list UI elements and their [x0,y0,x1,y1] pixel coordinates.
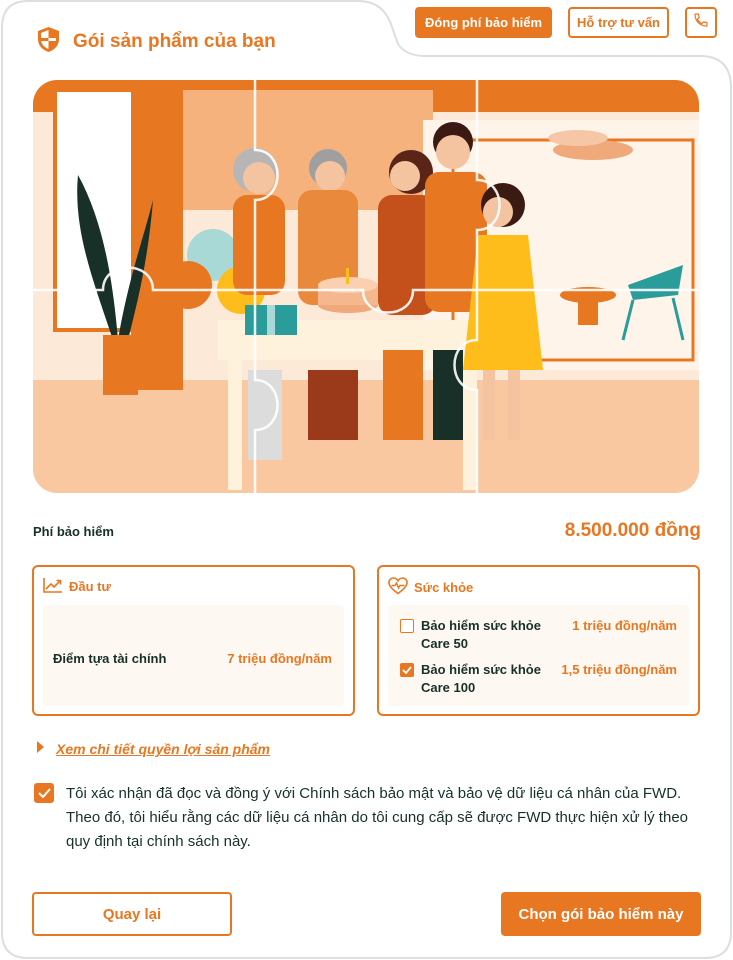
health-item-value: 1,5 triệu đồng/năm [561,662,677,677]
choose-plan-button[interactable]: Chọn gói bảo hiểm này [501,892,701,936]
invest-item-value: 7 triệu đồng/năm [227,651,332,666]
invest-box: Đầu tư Điểm tựa tài chính 7 triệu đồng/n… [32,565,355,716]
care-100-checkbox[interactable] [400,663,414,677]
pay-premium-button[interactable]: Đóng phí bảo hiểm [415,7,553,38]
care-50-checkbox[interactable] [400,619,414,633]
health-item-name: Bảo hiểm sức khỏe Care 50 [421,618,541,651]
invest-item-name: Điểm tựa tài chính [53,651,167,666]
health-panel: Bảo hiểm sức khỏe Care 50 1 triệu đồng/n… [388,605,689,706]
card-header: Gói sản phẩm của bạn [36,26,276,58]
health-box: Sức khỏe Bảo hiểm sức khỏe Care 50 1 tri… [377,565,700,716]
consent-row: Tôi xác nhận đã đọc và đồng ý với Chính … [34,782,704,854]
phone-icon [693,12,709,33]
hero-illustration [33,80,699,493]
consult-button[interactable]: Hỗ trợ tư vấn [568,7,669,38]
details-link[interactable]: Xem chi tiết quyền lợi sản phẩm [56,741,270,757]
invest-panel: Điểm tựa tài chính 7 triệu đồng/năm [43,605,344,706]
health-item-care-100[interactable]: Bảo hiểm sức khỏe Care 100 1,5 triệu đồn… [400,661,677,697]
health-item-name: Bảo hiểm sức khỏe Care 100 [421,662,541,695]
consent-checkbox[interactable] [34,783,54,803]
top-actions: Đóng phí bảo hiểm Hỗ trợ tư vấn [415,7,717,38]
caret-right-icon [36,740,44,758]
health-item-care-50[interactable]: Bảo hiểm sức khỏe Care 50 1 triệu đồng/n… [400,617,677,653]
page-title: Gói sản phẩm của bạn [73,31,276,52]
back-button[interactable]: Quay lại [32,892,232,936]
phone-button[interactable] [685,7,717,38]
invest-item: Điểm tựa tài chính 7 triệu đồng/năm [53,651,332,666]
premium-value: 8.500.000 đồng [564,520,701,541]
check-icon [402,666,412,674]
premium-label: Phí bảo hiểm [33,523,114,539]
premium-row: Phí bảo hiểm 8.500.000 đồng [33,520,701,542]
details-toggle[interactable]: Xem chi tiết quyền lợi sản phẩm [36,740,270,758]
health-title: Sức khỏe [414,580,474,595]
health-header: Sức khỏe [388,577,473,598]
trend-up-icon [43,577,63,596]
consent-text: Tôi xác nhận đã đọc và đồng ý với Chính … [66,785,689,850]
shield-icon [36,26,61,58]
health-item-value: 1 triệu đồng/năm [572,618,677,633]
invest-title: Đầu tư [69,579,111,594]
check-icon [37,788,51,798]
heart-pulse-icon [388,577,408,598]
invest-header: Đầu tư [43,577,111,596]
